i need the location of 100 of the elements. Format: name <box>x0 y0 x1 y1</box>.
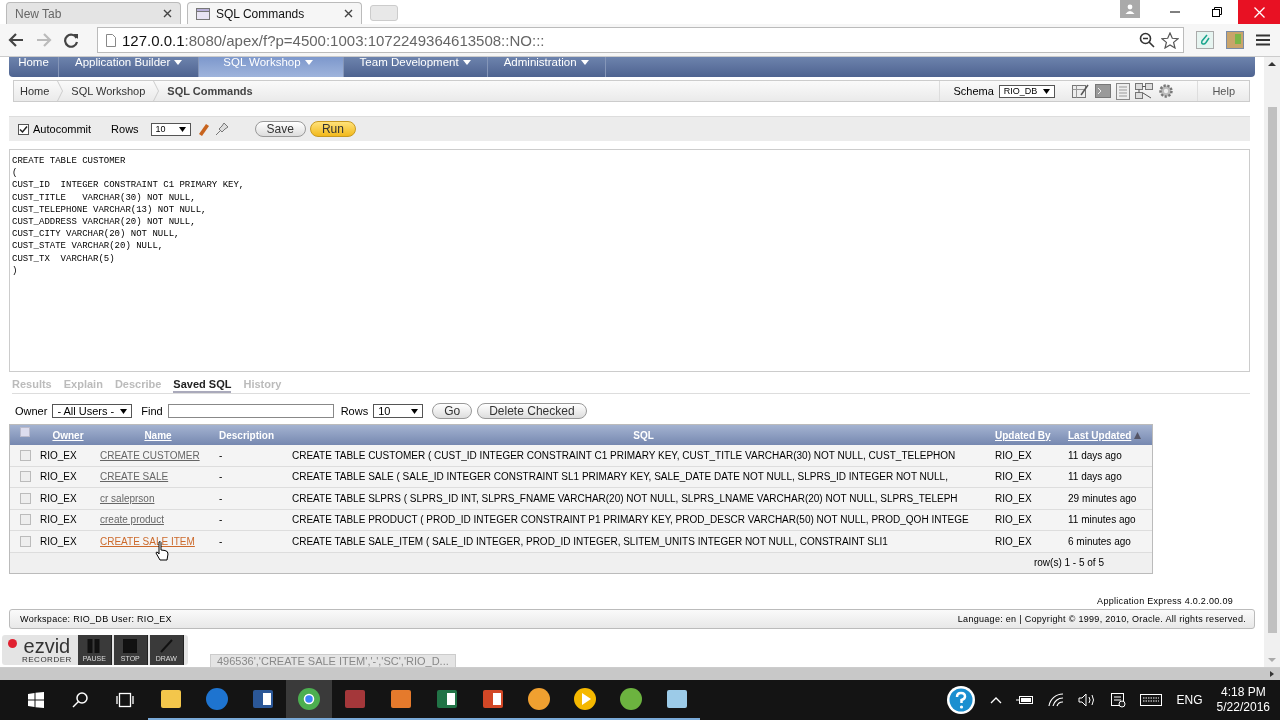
settings-icon[interactable] <box>1158 83 1175 99</box>
sql-name-link[interactable]: create product <box>100 514 164 526</box>
folder-icon <box>159 687 183 711</box>
vertical-scrollbar[interactable] <box>1264 57 1280 667</box>
save-button[interactable]: Save <box>254 121 306 137</box>
restore-icon <box>1212 7 1222 17</box>
pin-icon[interactable] <box>214 122 229 136</box>
record-icon <box>8 639 17 648</box>
zoom-out-icon[interactable] <box>1139 32 1155 48</box>
nav-tab[interactable]: Administration <box>487 57 606 77</box>
row-checkbox[interactable] <box>19 471 31 483</box>
column-header: SQL <box>633 429 654 441</box>
status-bubble: 496536','CREATE SALE ITEM','-','SC','RIO_D... <box>210 654 456 668</box>
edit-table-icon[interactable] <box>1072 83 1091 99</box>
autocommit-checkbox[interactable] <box>18 123 29 135</box>
pen-icon <box>159 638 174 653</box>
row-checkbox[interactable] <box>19 449 31 461</box>
app-icon <box>389 687 413 711</box>
sql-editor[interactable]: CREATE TABLE CUSTOMER ( CUST_ID INTEGER CONSTRAINT C1 PRIMARY KEY, CUST_TITLE VARCHAR(30) NOT NULL, CUST_TELEPHONE VARCHAR(13) NOT NULL, CUST_ADDRESS VARCHAR(20) NOT NULL, CUST_CITY VARCHAR(20) NOT NULL, CUST_STATE VARCHAR(20) NULL, CUST_TX VARCHAR(5) ) <box>9 149 1250 372</box>
pause-icon <box>87 638 102 653</box>
reload-icon[interactable] <box>64 32 79 48</box>
result-tab[interactable]: Saved SQL <box>173 378 232 393</box>
nav-tab[interactable]: Home <box>9 57 59 77</box>
browser-tab[interactable]: SQL Commands <box>187 2 362 24</box>
run-button[interactable]: Run <box>309 121 356 137</box>
table-cell: CREATE TABLE SALE ( SALE_ID INTEGER CONSTRAINT SL1 PRIMARY KEY, SALE_DATE DATE NOT NULL, SLPRS_ID INTEGER NOT NULL, <box>292 471 948 483</box>
address-field[interactable]: 127.0.0.1:8080/apex/f?p=4500:1003:1072249364613508::NO::: <box>97 27 1184 53</box>
wifi-icon[interactable] <box>1047 693 1064 707</box>
breadcrumb-link[interactable]: SQL Commands <box>167 85 261 97</box>
close-icon <box>1253 6 1265 18</box>
rows-select[interactable]: 10 <box>373 404 424 418</box>
paperclip-icon[interactable] <box>1196 31 1214 49</box>
table-cell: RIO_EX <box>995 449 1032 461</box>
search-icon[interactable] <box>72 692 88 708</box>
close-icon[interactable] <box>163 9 172 18</box>
back-icon[interactable] <box>8 33 24 47</box>
caret-icon <box>178 126 186 132</box>
document-icon <box>251 687 275 711</box>
rows-label: Rows <box>340 405 369 417</box>
table-cell: RIO_EX <box>40 471 77 483</box>
menu-icon[interactable] <box>1256 34 1270 46</box>
rows-label: Rows <box>111 123 139 135</box>
chevron-up-icon[interactable] <box>989 696 1002 704</box>
rows-select[interactable]: 10 <box>150 122 191 136</box>
battery-icon[interactable] <box>1015 695 1034 705</box>
spreadsheet-icon <box>435 687 459 711</box>
go-button[interactable]: Go <box>432 403 473 419</box>
play-icon <box>573 687 597 711</box>
breadcrumb-link[interactable]: SQL Workshop <box>71 85 154 97</box>
table-cell: RIO_EX <box>995 471 1032 483</box>
scrollbar-thumb[interactable] <box>1267 107 1277 633</box>
row-checkbox[interactable] <box>19 492 31 504</box>
breadcrumb-link[interactable]: Home <box>20 85 58 97</box>
star-icon[interactable] <box>1161 31 1179 49</box>
horizontal-scrollbar[interactable] <box>0 667 1280 680</box>
row-checkbox[interactable] <box>19 514 31 526</box>
autocommit-label: Autocommit <box>33 123 92 135</box>
browser-icon <box>205 687 229 711</box>
windows-start-icon[interactable] <box>28 692 44 708</box>
browser-tab[interactable]: New Tab <box>6 2 181 24</box>
owner-select[interactable]: - All Users - <box>52 404 133 418</box>
sql-name-link[interactable]: cr saleprson <box>100 492 155 504</box>
recorder-logo: ezvid <box>23 636 71 656</box>
caret-icon <box>580 60 589 65</box>
sql-name-link[interactable]: CREATE CUSTOMER <box>100 449 200 461</box>
clock-time[interactable]: 4:18 PM <box>1220 685 1266 700</box>
clock-date[interactable]: 5/22/2016 <box>1216 700 1270 715</box>
taskbar-app[interactable] <box>286 680 332 720</box>
find-field[interactable] <box>167 404 334 418</box>
structure-icon[interactable] <box>1135 83 1154 99</box>
table-cell: - <box>219 449 223 461</box>
browser-icon <box>297 687 321 711</box>
help-icon[interactable] <box>945 685 976 715</box>
table-cell: CREATE TABLE SALE_ITEM ( SALE_ID INTEGER, PROD_ID INTEGER, SLITEM_UNITS INTEGER NOT NULL, CONSTRAINT SLI1 <box>292 535 888 547</box>
select-all-checkbox[interactable] <box>20 427 30 437</box>
table-cell: 11 minutes ago <box>1068 514 1136 526</box>
table-cell: CREATE TABLE CUSTOMER ( CUST_ID INTEGER CONSTRAINT C1 PRIMARY KEY, CUST_TITLE VARCHAR(30) NOT NULL, CUST_TELEPHON <box>292 449 956 461</box>
delete-checked-button[interactable]: Delete Checked <box>477 403 587 419</box>
copyright-text: Language: en | Copyright © 1999, 2010, Oracle. All rights reserved. <box>957 613 1246 624</box>
caret-icon <box>174 60 183 65</box>
keyboard-icon[interactable] <box>1139 694 1162 706</box>
task-view-icon[interactable] <box>116 692 134 708</box>
sort-icon <box>1134 431 1142 439</box>
document-icon[interactable] <box>1116 82 1131 100</box>
caret-icon <box>304 60 313 65</box>
page-icon <box>196 7 210 20</box>
row-checkbox[interactable] <box>19 535 31 547</box>
notification-icon[interactable] <box>1109 692 1126 708</box>
schema-select[interactable]: RIO_DB <box>998 84 1056 98</box>
nav-tab[interactable]: Team Development <box>343 57 488 77</box>
eraser-icon[interactable] <box>196 122 211 136</box>
close-icon[interactable] <box>344 9 353 18</box>
column-header: Description <box>219 429 274 441</box>
app-icon <box>619 687 643 711</box>
help-link[interactable]: Help <box>1197 81 1249 101</box>
terminal-icon[interactable] <box>1095 83 1112 99</box>
volume-icon[interactable] <box>1077 693 1096 707</box>
person-icon <box>1125 4 1135 14</box>
sql-name-link[interactable]: CREATE SALE <box>100 471 169 483</box>
language-indicator[interactable]: ENG <box>1176 693 1203 707</box>
